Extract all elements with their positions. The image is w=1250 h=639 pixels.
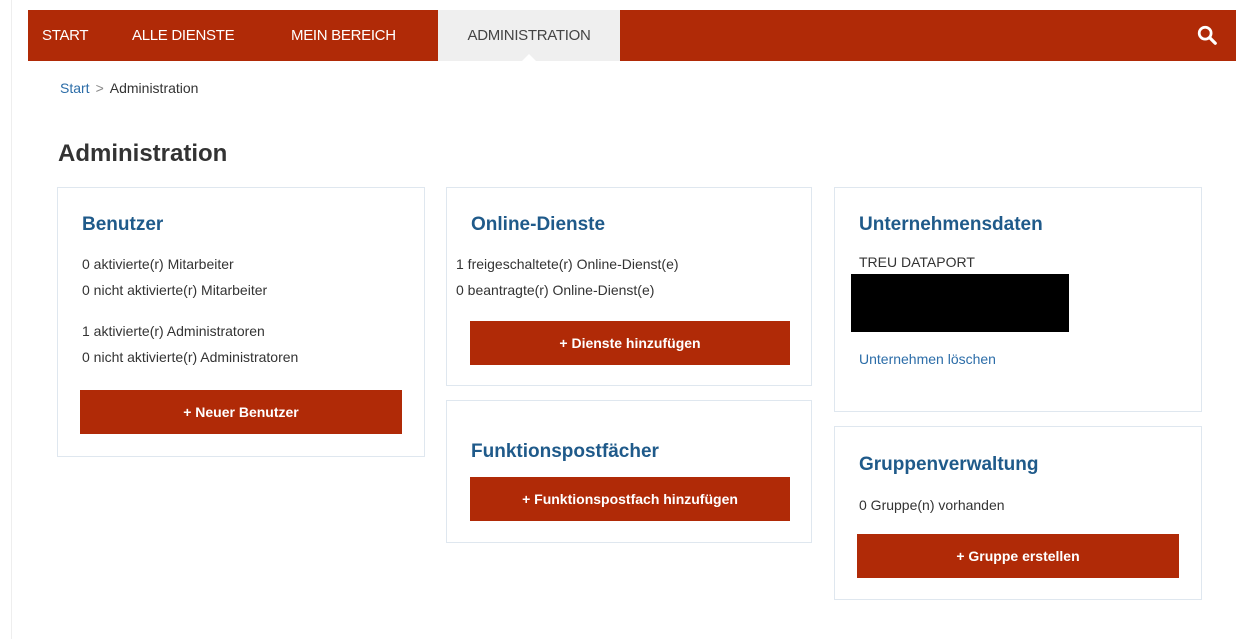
breadcrumb-separator: > bbox=[95, 80, 104, 96]
stat-gruppen: 0 Gruppe(n) vorhanden bbox=[859, 497, 1005, 513]
card-title-unternehmensdaten: Unternehmensdaten bbox=[859, 214, 1043, 235]
stat-aktivierte-mitarbeiter: 0 aktivierte(r) Mitarbeiter bbox=[82, 256, 234, 272]
nav-item-administration[interactable]: ADMINISTRATION bbox=[438, 10, 620, 62]
card-online-dienste: Online-Dienste 1 freigeschaltete(r) Onli… bbox=[446, 187, 812, 386]
card-funktionspostfaecher: Funktionspostfächer + Funktionspostfach … bbox=[446, 400, 812, 543]
add-services-button[interactable]: + Dienste hinzufügen bbox=[470, 321, 790, 365]
card-title-gruppenverwaltung: Gruppenverwaltung bbox=[859, 454, 1039, 475]
window-edge bbox=[0, 0, 12, 639]
stat-nicht-aktivierte-administratoren: 0 nicht aktivierte(r) Administratoren bbox=[82, 349, 299, 365]
redacted-block bbox=[851, 274, 1069, 332]
add-function-mailbox-button[interactable]: + Funktionspostfach hinzufügen bbox=[470, 477, 790, 521]
stat-freigeschaltete-dienste: 1 freigeschaltete(r) Online-Dienst(e) bbox=[456, 256, 679, 272]
stat-nicht-aktivierte-mitarbeiter: 0 nicht aktivierte(r) Mitarbeiter bbox=[82, 282, 268, 298]
page-title: Administration bbox=[58, 140, 228, 167]
main-navigation: START ALLE DIENSTE MEIN BEREICH ADMINIST… bbox=[28, 10, 1236, 62]
card-gruppenverwaltung: Gruppenverwaltung 0 Gruppe(n) vorhanden … bbox=[834, 426, 1202, 600]
breadcrumb-current: Administration bbox=[109, 80, 199, 96]
card-benutzer: Benutzer 0 aktivierte(r) Mitarbeiter 0 n… bbox=[57, 187, 425, 457]
delete-company-link[interactable]: Unternehmen löschen bbox=[859, 351, 996, 367]
stat-beantragte-dienste: 0 beantragte(r) Online-Dienst(e) bbox=[456, 282, 655, 298]
create-group-button[interactable]: + Gruppe erstellen bbox=[857, 534, 1179, 578]
stat-aktivierte-administratoren: 1 aktivierte(r) Administratoren bbox=[82, 323, 265, 339]
breadcrumb: Start > Administration bbox=[60, 80, 198, 96]
company-name: TREU DATAPORT bbox=[859, 254, 975, 270]
nav-item-mein-bereich[interactable]: MEIN BEREICH bbox=[291, 10, 396, 61]
card-unternehmensdaten: Unternehmensdaten TREU DATAPORT Unterneh… bbox=[834, 187, 1202, 412]
search-icon[interactable] bbox=[1196, 24, 1218, 46]
card-title-benutzer: Benutzer bbox=[82, 214, 164, 235]
breadcrumb-link-start[interactable]: Start bbox=[60, 80, 90, 96]
new-user-button[interactable]: + Neuer Benutzer bbox=[80, 390, 402, 434]
card-title-online-dienste: Online-Dienste bbox=[471, 214, 606, 235]
nav-item-start[interactable]: START bbox=[42, 10, 89, 61]
nav-item-alle-dienste[interactable]: ALLE DIENSTE bbox=[132, 10, 235, 61]
card-title-funktionspostfaecher: Funktionspostfächer bbox=[471, 441, 659, 462]
